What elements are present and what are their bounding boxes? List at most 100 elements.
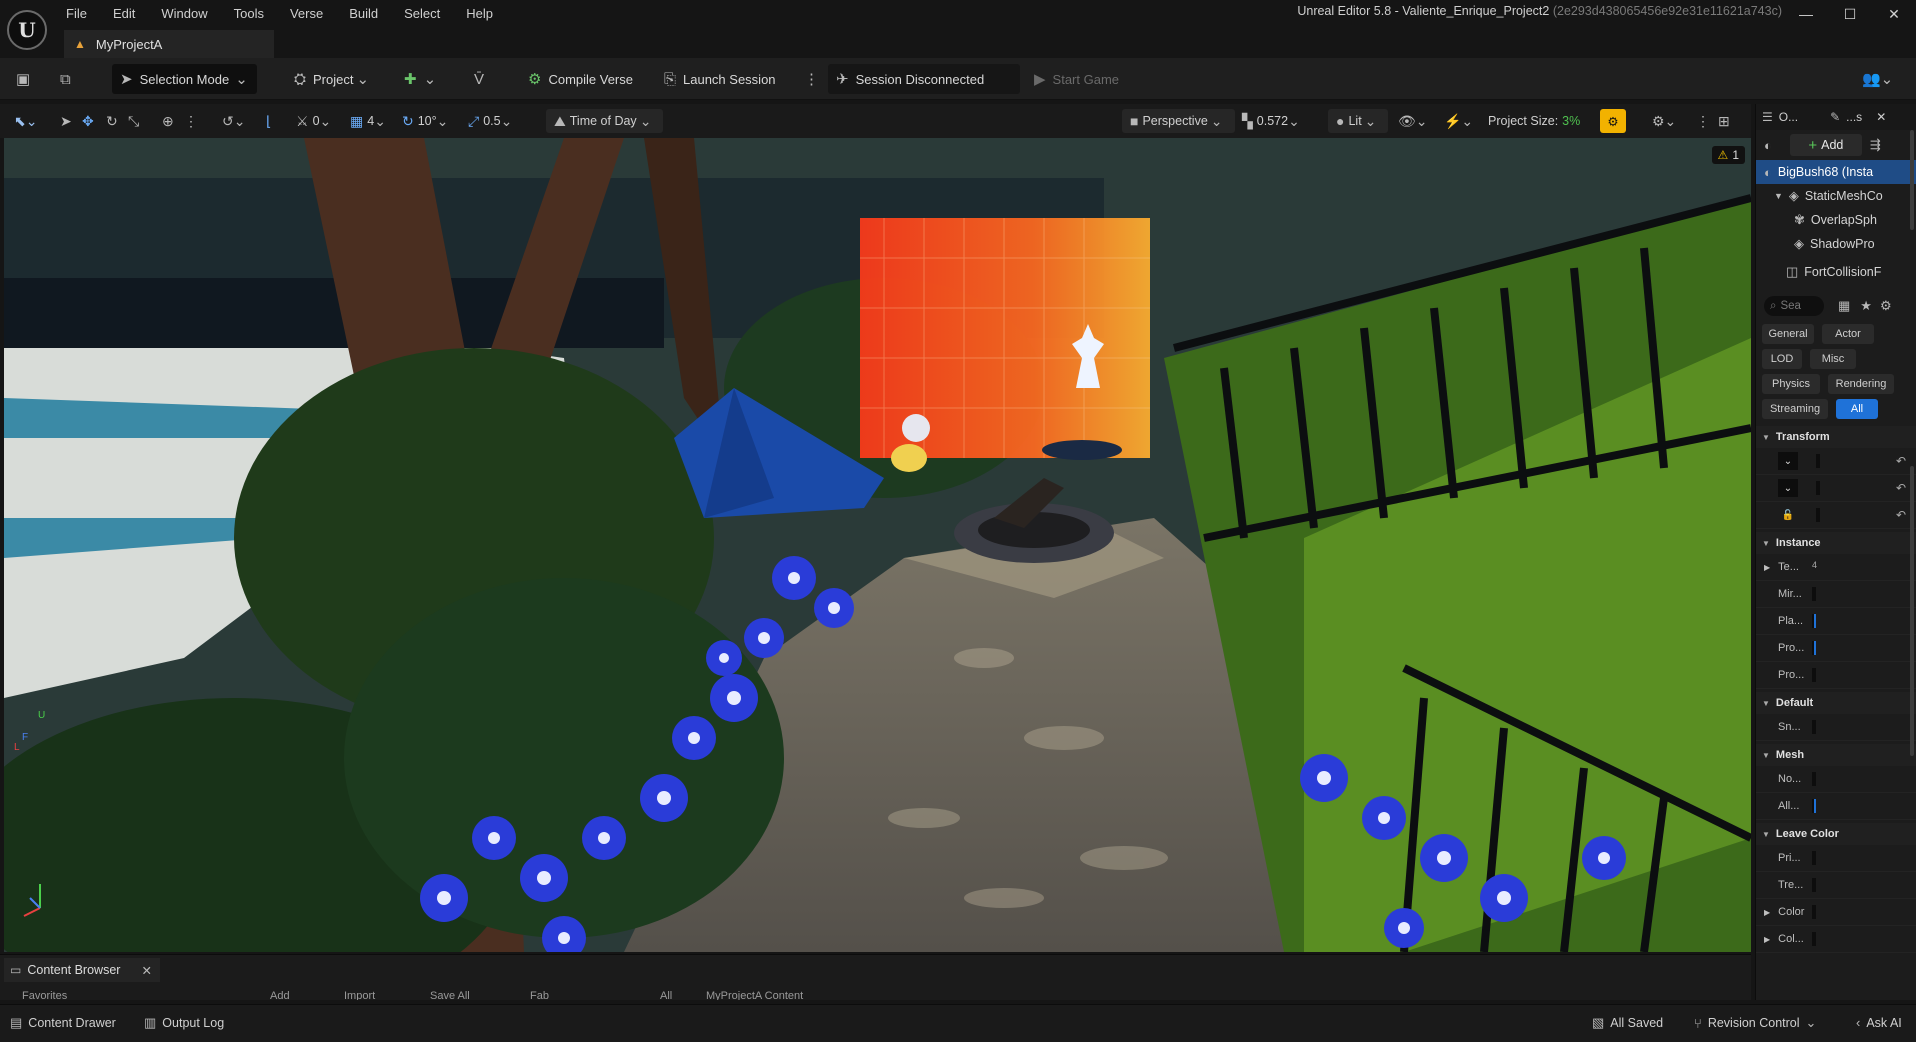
viewport-more-icon[interactable]: ⋮	[1696, 109, 1714, 133]
menu-tools[interactable]: Tools	[234, 6, 264, 21]
viewport-settings-icon[interactable]: ⚙⌄	[1652, 109, 1680, 133]
prop-checkbox[interactable]	[1812, 614, 1816, 628]
category-general[interactable]: General	[1762, 324, 1814, 344]
close-panel-icon[interactable]: ✕	[1876, 110, 1886, 124]
details-search-input[interactable]: ⌕ Sea	[1764, 296, 1824, 316]
category-streaming[interactable]: Streaming	[1762, 399, 1828, 419]
category-rendering[interactable]: Rendering	[1828, 374, 1894, 394]
show-flags-icon[interactable]: 👁⌄	[1398, 109, 1432, 133]
expand-arrow-icon[interactable]: ▶	[1764, 563, 1770, 572]
grid-snap-a[interactable]: ⚔ 0 ⌄	[296, 109, 335, 133]
add-component-button[interactable]: + Add	[1789, 134, 1862, 156]
level-viewport[interactable]: U F L ⚠ 1	[4, 138, 1751, 952]
section-instance[interactable]: ▼ Instance	[1756, 532, 1916, 554]
category-all[interactable]: All	[1836, 399, 1878, 419]
snap-icon[interactable]: ⌊	[266, 109, 275, 133]
select-tool-icon[interactable]: ⬉⌄	[14, 109, 41, 133]
maximize-button[interactable]: ☐	[1828, 0, 1872, 28]
menu-select[interactable]: Select	[404, 6, 440, 21]
prop-checkbox[interactable]	[1812, 720, 1816, 734]
tab-details[interactable]: ...s	[1846, 110, 1862, 124]
select-arrow-icon[interactable]: ➤	[60, 109, 76, 133]
translate-icon[interactable]: ✥	[82, 109, 98, 133]
favorite-star-icon[interactable]: ★	[1860, 298, 1872, 314]
prop-checkbox[interactable]	[1812, 668, 1816, 682]
table-view-icon[interactable]: ▦	[1838, 298, 1850, 314]
prop-color[interactable]	[1812, 932, 1816, 946]
close-tab-icon[interactable]: ✕	[142, 963, 152, 978]
tree-item-overlap[interactable]: ✾ OverlapSph	[1756, 208, 1916, 232]
prop-checkbox[interactable]	[1812, 851, 1816, 865]
unreal-logo-icon[interactable]: U	[7, 10, 47, 50]
close-window-button[interactable]: ✕	[1872, 0, 1916, 28]
prop-checkbox[interactable]	[1812, 587, 1816, 601]
layout-icon[interactable]: ⊞	[1718, 109, 1734, 133]
prop-checkbox[interactable]	[1812, 799, 1816, 813]
world-space-icon[interactable]: ⊕	[162, 109, 178, 133]
outliner-scrollbar[interactable]	[1910, 130, 1914, 230]
prop-color[interactable]	[1812, 905, 1816, 919]
time-of-day-dropdown[interactable]: ⛰ Time of Day ⌄	[546, 109, 664, 133]
reset-icon[interactable]: ↶	[1896, 481, 1906, 495]
tree-item-fortcollision[interactable]: ◫ FortCollisionF	[1756, 260, 1916, 284]
tab-outliner[interactable]: O...	[1779, 110, 1798, 124]
content-browser-tab[interactable]: ▭ Content Browser ✕	[4, 958, 160, 982]
session-status[interactable]: ✈ Session Disconnected	[828, 64, 1020, 94]
start-game-button[interactable]: ▶ Start Game	[1034, 64, 1119, 94]
category-physics[interactable]: Physics	[1762, 374, 1820, 394]
cb-path-content[interactable]: MyProjectA Content	[706, 990, 803, 1000]
perspective-dropdown[interactable]: ■ Perspective ⌄	[1122, 109, 1235, 133]
project-dropdown[interactable]: ⛭ Project ⌄	[294, 64, 376, 94]
camera-speed[interactable]: ▚ 0.572 ⌄	[1242, 109, 1304, 133]
prop-checkbox[interactable]	[1812, 641, 1816, 655]
category-actor[interactable]: Actor	[1822, 324, 1874, 344]
category-lod[interactable]: LOD	[1762, 349, 1802, 369]
section-leave-color[interactable]: ▼ Leave Color	[1756, 823, 1916, 845]
location-dropdown[interactable]: ⌄	[1778, 452, 1798, 470]
tree-item-shadow[interactable]: ◈ ShadowPro	[1756, 232, 1916, 256]
section-transform[interactable]: ▼ Transform	[1756, 426, 1916, 448]
prop-checkbox[interactable]	[1812, 772, 1816, 786]
cb-add-button[interactable]: Add	[270, 990, 290, 1000]
prop-value[interactable]: 4	[1812, 560, 1817, 574]
all-saved-button[interactable]: ▧ All Saved	[1592, 1015, 1663, 1031]
save-icon[interactable]: ▣	[16, 64, 37, 94]
performance-icon[interactable]: ⚡⌄	[1444, 109, 1477, 133]
section-default[interactable]: ▼ Default	[1756, 692, 1916, 714]
category-misc[interactable]: Misc	[1810, 349, 1856, 369]
more-options-icon[interactable]: ⋮	[804, 64, 826, 94]
lock-icon[interactable]: 🔓	[1778, 506, 1798, 524]
selection-mode-dropdown[interactable]: ➤ Selection Mode ⌄	[112, 64, 257, 94]
rotation-value[interactable]	[1816, 481, 1820, 495]
tree-item-root[interactable]: ◐ BigBush68 (Insta	[1756, 160, 1916, 184]
collaboration-icon[interactable]: 👥⌄	[1862, 64, 1900, 94]
revision-control-button[interactable]: ⑂ Revision Control ⌄	[1694, 1015, 1822, 1031]
more-transform-icon[interactable]: ⋮	[184, 109, 202, 133]
menu-file[interactable]: File	[66, 6, 87, 21]
realtime-warning-icon[interactable]: ⚙	[1600, 109, 1626, 133]
grid-snap-b[interactable]: ▦ 4 ⌄	[350, 109, 390, 133]
lit-dropdown[interactable]: ● Lit ⌄	[1328, 109, 1389, 133]
rotation-snap[interactable]: ↻ 10° ⌄	[402, 109, 452, 133]
tree-item-staticmesh[interactable]: ▼ ◈ StaticMeshCo	[1756, 184, 1916, 208]
favorites-label[interactable]: Favorites	[22, 990, 67, 1000]
details-scrollbar[interactable]	[1910, 466, 1914, 756]
cb-fab-button[interactable]: Fab	[530, 990, 549, 1000]
add-content-dropdown[interactable]: ✚ ⌄	[404, 64, 443, 94]
scale-snap[interactable]: ⤢ 0.5 ⌄	[468, 109, 516, 133]
output-log-button[interactable]: ▥ Output Log	[144, 1015, 224, 1031]
reset-icon[interactable]: ↶	[1896, 454, 1906, 468]
menu-build[interactable]: Build	[349, 6, 378, 21]
scale-value[interactable]	[1816, 508, 1820, 522]
menu-verse[interactable]: Verse	[290, 6, 323, 21]
cb-import-button[interactable]: Import	[344, 990, 375, 1000]
browse-icon[interactable]: ⧉	[60, 64, 78, 94]
scale-icon[interactable]: ⤡	[128, 109, 143, 133]
viewport-warning[interactable]: ⚠ 1	[1711, 146, 1745, 164]
menu-edit[interactable]: Edit	[113, 6, 135, 21]
menu-window[interactable]: Window	[161, 6, 207, 21]
expand-arrow-icon[interactable]: ▶	[1764, 908, 1770, 917]
launch-session-button[interactable]: ⎘ Launch Session	[664, 64, 776, 94]
reset-icon[interactable]: ↶	[1896, 508, 1906, 522]
prop-checkbox[interactable]	[1812, 878, 1816, 892]
